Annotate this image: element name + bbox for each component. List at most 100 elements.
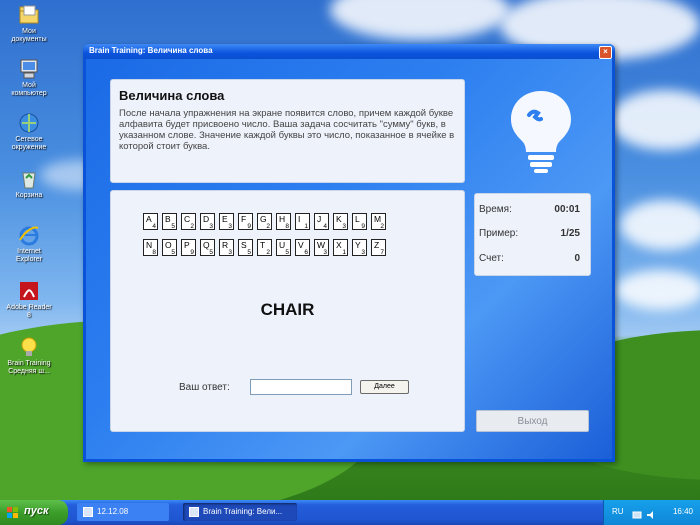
- tile-letter: Y: [355, 240, 361, 250]
- desktop-icon-my-documents[interactable]: Мои документы: [4, 4, 54, 44]
- desktop-icon-internet-explorer[interactable]: Internet Explorer: [4, 224, 54, 264]
- answer-input[interactable]: [250, 379, 352, 395]
- tile-letter: V: [298, 240, 304, 250]
- instructions-panel: Величина слова После начала упражнения н…: [110, 79, 465, 183]
- tile-letter: J: [317, 214, 322, 224]
- tile-number: 3: [342, 223, 346, 230]
- tile-letter: F: [241, 214, 247, 224]
- letter-row-1: A4B5C2D3E3F9G2H8I1J4K3L9M2: [143, 213, 443, 230]
- letter-tile: A4: [143, 213, 158, 230]
- tile-letter: N: [146, 240, 153, 250]
- stat-score: Счет: 0: [479, 253, 580, 264]
- tile-letter: I: [298, 214, 301, 224]
- head-lightbulb-icon: [506, 87, 576, 177]
- letter-tile: H8: [276, 213, 291, 230]
- computer-icon: [18, 58, 40, 80]
- exercise-title: Величина слова: [119, 88, 225, 103]
- tile-number: 2: [266, 223, 270, 230]
- letter-tile: F9: [238, 213, 253, 230]
- tile-letter: H: [279, 214, 286, 224]
- desktop-icon-label: Корзина: [15, 192, 43, 199]
- time-label: Время:: [479, 204, 512, 215]
- tile-number: 4: [152, 223, 156, 230]
- window-client: Величина слова После начала упражнения н…: [86, 59, 612, 459]
- letter-tile: E3: [219, 213, 234, 230]
- letter-tile: W3: [314, 239, 329, 256]
- letter-tile: Q5: [200, 239, 215, 256]
- tile-number: 5: [171, 249, 175, 256]
- desktop-icon-label: Мой компьютер: [11, 82, 47, 97]
- app-window: Brain Training: Величина слова × Величин…: [83, 44, 615, 462]
- recycle-bin-icon: [18, 168, 40, 190]
- letter-tile: S5: [238, 239, 253, 256]
- desktop-icon-label: Мои документы: [11, 28, 47, 43]
- exit-button[interactable]: Выход: [476, 410, 589, 432]
- desktop-icon-network[interactable]: Сетевое окружение: [4, 112, 54, 152]
- adobe-reader-icon: [18, 280, 40, 302]
- taskbar: пуск 12.12.08 Brain Training: Вели... RU…: [0, 500, 700, 525]
- letter-tile: J4: [314, 213, 329, 230]
- taskbar-button-brain-training[interactable]: Brain Training: Вели...: [183, 503, 297, 521]
- tile-number: 9: [361, 223, 365, 230]
- tile-number: 2: [190, 223, 194, 230]
- close-icon: ×: [603, 47, 608, 56]
- tile-letter: X: [336, 240, 342, 250]
- language-indicator[interactable]: RU: [612, 507, 624, 516]
- tile-letter: A: [146, 214, 152, 224]
- answer-label: Ваш ответ:: [179, 382, 230, 393]
- desktop-icon-my-computer[interactable]: Мой компьютер: [4, 58, 54, 98]
- close-button[interactable]: ×: [599, 46, 612, 59]
- desktop-icon-label: Adobe Reader 8: [6, 304, 52, 319]
- letter-tile: L9: [352, 213, 367, 230]
- title-bar[interactable]: Brain Training: Величина слова ×: [83, 44, 615, 59]
- lightbulb-icon: [18, 336, 40, 358]
- tile-number: 8: [285, 223, 289, 230]
- tile-number: 2: [266, 249, 270, 256]
- target-word: CHAIR: [260, 300, 315, 319]
- folder-icon: [18, 4, 40, 26]
- tile-letter: K: [336, 214, 342, 224]
- score-value: 0: [574, 253, 580, 264]
- tray-icon-volume[interactable]: [646, 507, 656, 519]
- example-value: 1/25: [560, 228, 580, 239]
- tile-number: 5: [171, 223, 175, 230]
- tile-number: 4: [323, 223, 327, 230]
- letter-tile: Z7: [371, 239, 386, 256]
- taskbar-button-folder[interactable]: 12.12.08: [77, 503, 169, 521]
- game-panel: A4B5C2D3E3F9G2H8I1J4K3L9M2 N8O5P9Q5R3S5T…: [110, 190, 465, 432]
- clock: 16:40: [672, 507, 693, 516]
- tile-letter: P: [184, 240, 190, 250]
- stat-time: Время: 00:01: [479, 204, 580, 215]
- letter-tile: I1: [295, 213, 310, 230]
- folder-icon: [83, 507, 93, 517]
- next-button[interactable]: Далее: [360, 380, 409, 394]
- start-button[interactable]: пуск: [0, 500, 68, 525]
- tile-letter: B: [165, 214, 171, 224]
- letter-tile: C2: [181, 213, 196, 230]
- letter-tile: N8: [143, 239, 158, 256]
- tray-icon-network[interactable]: [632, 507, 642, 519]
- letter-tile: G2: [257, 213, 272, 230]
- desktop-icon-recycle-bin[interactable]: Корзина: [4, 168, 54, 200]
- letter-tile: U5: [276, 239, 291, 256]
- desktop-icon-label: Сетевое окружение: [11, 136, 47, 151]
- tile-number: 3: [361, 249, 365, 256]
- letter-tile: X1: [333, 239, 348, 256]
- tile-letter: C: [184, 214, 191, 224]
- tile-letter: D: [203, 214, 210, 224]
- tile-number: 5: [247, 249, 251, 256]
- letter-tile: T2: [257, 239, 272, 256]
- tile-number: 6: [304, 249, 308, 256]
- letter-tile: K3: [333, 213, 348, 230]
- network-icon: [18, 112, 40, 134]
- tile-number: 7: [380, 249, 384, 256]
- desktop-icon-label: Brain Training Средняя ш...: [7, 360, 51, 375]
- tile-number: 3: [323, 249, 327, 256]
- tile-number: 3: [209, 223, 213, 230]
- desktop-icon-adobe-reader[interactable]: Adobe Reader 8: [4, 280, 54, 320]
- windows-logo-icon: [7, 506, 19, 518]
- tile-letter: L: [355, 214, 360, 224]
- tile-letter: S: [241, 240, 247, 250]
- desktop-icon-brain-training[interactable]: Brain Training Средняя ш...: [4, 336, 54, 376]
- tile-number: 9: [247, 223, 251, 230]
